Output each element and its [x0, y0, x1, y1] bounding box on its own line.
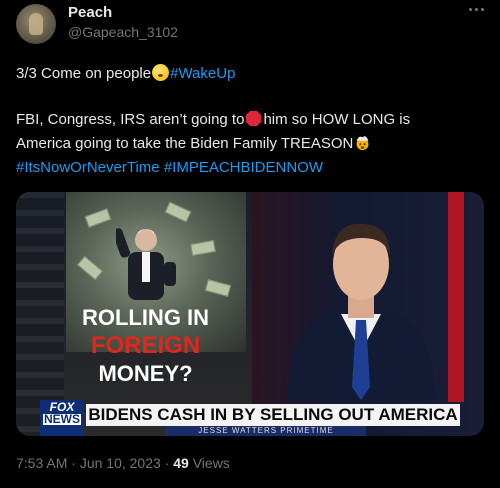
meta-separator: ·	[67, 455, 80, 471]
more-dot	[475, 8, 478, 11]
tweet-text: America going to take the Biden Family T…	[16, 135, 354, 152]
tweet-text: 3/3 Come on people	[16, 65, 152, 82]
exploding-head-icon	[356, 136, 369, 151]
tweet-line-1: 3/3 Come on people #WakeUp	[16, 64, 235, 84]
chyron-text: BIDENS CASH IN BY SELLING OUT AMERICA	[86, 404, 460, 426]
tweet-line-4: #ItsNowOrNeverTime #IMPEACHBIDENNOW	[16, 158, 323, 178]
hashtag-itsnowornevertime[interactable]: #ItsNowOrNeverTime	[16, 159, 160, 176]
media-headline: ROLLING IN FOREIGN MONEY?	[68, 304, 223, 388]
tweet-time[interactable]: 7:53 AM	[16, 455, 67, 471]
tweet-text: him so HOW LONG is	[263, 111, 411, 128]
tweet-line-2: FBI, Congress, IRS aren’t going to him so…	[16, 110, 410, 130]
network-logo-line-2: NEWS	[43, 412, 81, 426]
media-host	[286, 223, 436, 402]
stop-sign-icon	[246, 110, 262, 127]
tweet-text: FBI, Congress, IRS aren’t going to	[16, 111, 245, 128]
author-handle[interactable]: @Gapeach_3102	[68, 24, 178, 40]
headline-line-1: ROLLING IN	[81, 305, 210, 330]
tweet-date[interactable]: Jun 10, 2023	[80, 455, 161, 471]
tweet-line-3: America going to take the Biden Family T…	[16, 134, 372, 154]
network-logo: FOX NEWS	[40, 400, 84, 436]
media-studio-light	[448, 192, 464, 402]
more-dot	[469, 8, 472, 11]
media-person-left	[116, 228, 176, 300]
news-chyron: FOX NEWS BIDENS CASH IN BY SELLING OUT A…	[16, 400, 484, 436]
thinking-face-icon	[152, 64, 170, 81]
chyron-subtext: JESSE WATTERS PRIMETIME	[166, 426, 366, 436]
meta-separator: ·	[160, 455, 174, 471]
views-label: Views	[188, 455, 230, 471]
headline-line-2: FOREIGN	[90, 332, 201, 359]
author-avatar[interactable]	[16, 4, 56, 44]
more-dot	[481, 8, 484, 11]
headline-line-3: MONEY?	[98, 361, 193, 386]
tweet-media-image[interactable]: ROLLING IN FOREIGN MONEY? FOX NEWS BIDEN…	[16, 192, 484, 436]
hashtag-wakeup[interactable]: #WakeUp	[170, 65, 235, 82]
author-display-name[interactable]: Peach	[68, 4, 112, 21]
tweet-meta: 7:53 AM · Jun 10, 2023 · 49 Views	[16, 455, 230, 471]
more-icon[interactable]	[466, 2, 486, 16]
avatar-figure	[29, 13, 43, 35]
hashtag-impeachbidennow[interactable]: #IMPEACHBIDENNOW	[164, 159, 323, 176]
views-count[interactable]: 49	[173, 455, 189, 471]
